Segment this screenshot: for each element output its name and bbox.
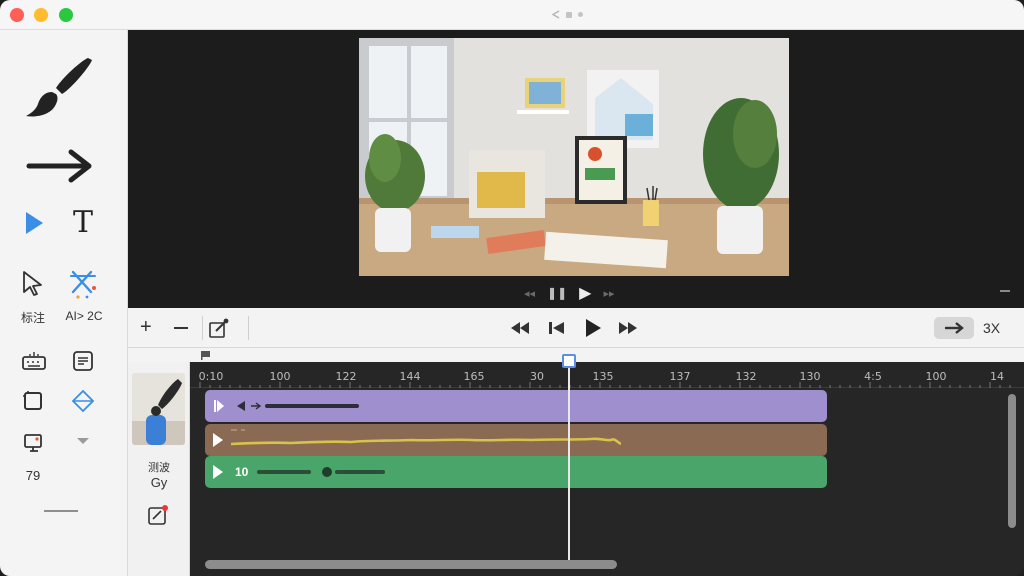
step-back-button[interactable] [548, 321, 566, 340]
keyboard-tool-button[interactable] [20, 348, 48, 374]
diamond-shape-icon [71, 389, 95, 413]
maximize-window-button[interactable] [59, 8, 73, 22]
step-back-icon [549, 322, 564, 334]
ruler-ticks [199, 382, 1011, 388]
time-ruler[interactable]: 0:10 100 122 144 165 30 135 137 132 130 … [190, 362, 1024, 388]
document-lines-icon [73, 351, 93, 371]
marker-strip [128, 348, 1024, 362]
flag-marker-icon[interactable] [200, 350, 212, 360]
track-edit-button[interactable] [147, 504, 169, 531]
chevron-down-icon [77, 438, 89, 444]
play-icon [586, 319, 601, 337]
track-thumbnail[interactable] [132, 373, 185, 445]
cursor-arrow-icon [23, 271, 42, 296]
play-button[interactable] [584, 318, 602, 343]
zoom-in-button[interactable]: + [140, 317, 152, 337]
ai-sparkle-icon [70, 270, 96, 299]
preview-collapse-button[interactable] [1000, 290, 1010, 292]
paint-brush-icon [26, 58, 92, 117]
pencil-edit-icon [209, 318, 229, 338]
rewind-button[interactable] [510, 321, 530, 340]
audio-waveform [231, 429, 621, 446]
timeline-panel: 测波 Gy 0:10 100 122 144 165 30 135 137 13… [128, 354, 1024, 576]
arrow-tool-button[interactable] [24, 146, 96, 186]
toolbar-divider [44, 510, 78, 512]
snap-arrow-icon [945, 322, 964, 334]
transport-bar: + 3X [128, 308, 1024, 348]
right-arrow-icon [26, 149, 92, 183]
shape-tool-button[interactable] [70, 388, 96, 414]
monitor-icon [24, 434, 42, 452]
keyboard-icon [22, 352, 46, 370]
fast-forward-icon [619, 322, 637, 334]
text-tool-button[interactable]: T [66, 204, 100, 240]
horizontal-scrollbar[interactable] [205, 560, 617, 569]
track-label-secondary: Gy [150, 475, 168, 490]
audio-clip-brown[interactable] [205, 424, 827, 456]
tool-counter: 79 [25, 468, 41, 483]
app-window: T 标注 AI> 2C 79 ◂◂ ❚❚ ▶ ▸▸ + 3X 测波 Gy 0:1… [0, 0, 1024, 576]
close-window-button[interactable] [10, 8, 24, 22]
clip-type-icon [214, 400, 224, 412]
preview-step-forward-icon[interactable]: ▸▸ [603, 287, 614, 300]
minimize-window-button[interactable] [34, 8, 48, 22]
screen-tool-button[interactable] [20, 430, 46, 456]
brush-tool-button[interactable] [22, 52, 94, 122]
ai-label: AI> 2C [65, 309, 103, 323]
brush-thumbnail-icon [132, 373, 185, 445]
square-frame-icon [23, 391, 42, 410]
more-tools-dropdown[interactable] [74, 434, 92, 448]
playhead-line [568, 362, 570, 562]
title-controls [552, 10, 583, 19]
clip-keyframe-icons [237, 401, 359, 411]
play-triangle-icon [26, 212, 43, 234]
clip-keyframe-track [257, 467, 385, 477]
scene-preview-image [359, 38, 789, 276]
edit-badge-icon [148, 505, 168, 525]
track-header: 测波 Gy [128, 362, 190, 576]
title-bar [0, 0, 1024, 30]
zoom-level[interactable]: 3X [983, 320, 1000, 336]
video-clip-green[interactable]: 10 [205, 456, 827, 488]
preview-play-icon[interactable]: ▶ [579, 283, 591, 303]
select-tool-button[interactable] [18, 268, 48, 298]
fast-forward-button[interactable] [618, 321, 638, 340]
rewind-icon [511, 322, 529, 334]
window-dot-icon [566, 11, 572, 18]
back-arrow-icon[interactable] [552, 10, 560, 19]
clip-play-icon[interactable] [213, 433, 223, 447]
transport-divider [248, 316, 249, 340]
track-label-primary: 测波 [148, 462, 170, 474]
preview-frame[interactable] [359, 38, 789, 276]
play-tool-button[interactable] [22, 210, 46, 236]
playhead-handle[interactable] [562, 354, 576, 368]
preview-step-back-icon[interactable]: ◂◂ [524, 287, 535, 300]
ai-tool-button[interactable] [66, 266, 100, 300]
notes-tool-button[interactable] [70, 348, 96, 374]
video-clip-purple[interactable] [205, 390, 827, 422]
zoom-out-button[interactable] [174, 327, 188, 329]
tools-panel: T 标注 AI> 2C 79 [0, 30, 128, 576]
snap-toggle-button[interactable] [934, 317, 974, 339]
transport-divider [202, 316, 203, 340]
annotate-label: 标注 [20, 311, 45, 325]
crop-tool-button[interactable] [20, 388, 46, 414]
window-dot-icon [578, 12, 583, 17]
preview-controls: ◂◂ ❚❚ ▶ ▸▸ [524, 283, 615, 303]
edit-clip-button[interactable] [208, 317, 230, 344]
preview-pause-icon[interactable]: ❚❚ [547, 286, 567, 300]
video-preview: ◂◂ ❚❚ ▶ ▸▸ [128, 30, 1024, 308]
clip-duration: 10 [235, 465, 249, 479]
clip-play-icon[interactable] [213, 465, 223, 479]
vertical-scrollbar[interactable] [1008, 394, 1016, 528]
